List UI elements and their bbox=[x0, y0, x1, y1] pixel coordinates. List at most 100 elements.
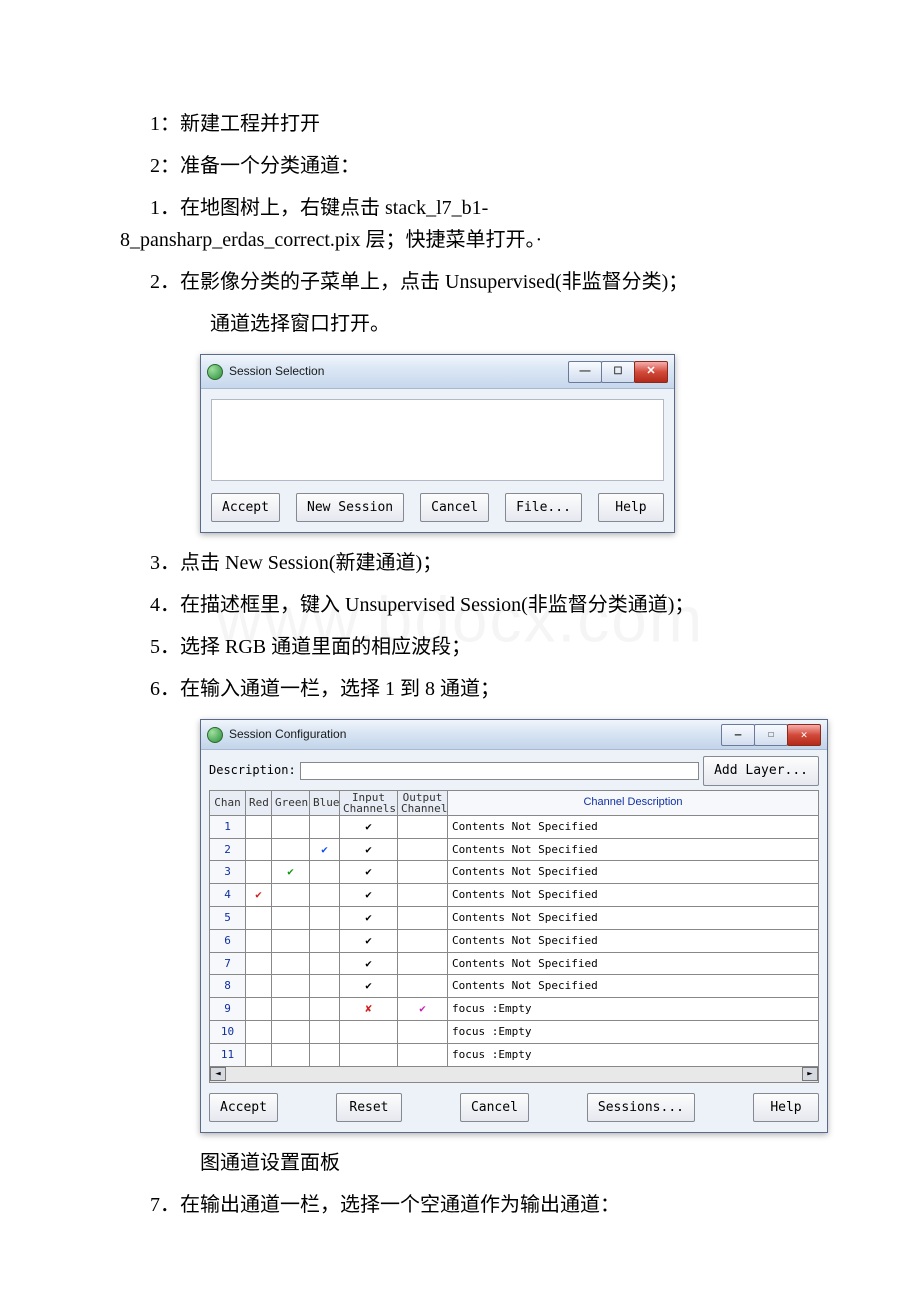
red-cell[interactable] bbox=[246, 906, 272, 929]
input-channel-cell[interactable]: ✔ bbox=[340, 838, 398, 861]
channel-number[interactable]: 10 bbox=[210, 1020, 246, 1043]
close-button[interactable] bbox=[634, 361, 668, 383]
table-row[interactable]: 10 focus :Empty bbox=[210, 1020, 819, 1043]
red-cell[interactable] bbox=[246, 929, 272, 952]
output-channel-cell[interactable] bbox=[398, 1020, 448, 1043]
green-cell[interactable] bbox=[272, 815, 310, 838]
channel-description-cell[interactable]: focus :Empty bbox=[448, 998, 819, 1021]
channel-description-cell[interactable]: Contents Not Specified bbox=[448, 952, 819, 975]
close-button[interactable] bbox=[787, 724, 821, 746]
channel-description-cell[interactable]: Contents Not Specified bbox=[448, 975, 819, 998]
channel-description-cell[interactable]: focus :Empty bbox=[448, 1043, 819, 1066]
table-row[interactable]: 4✔✔Contents Not Specified bbox=[210, 884, 819, 907]
scroll-left-icon[interactable]: ◄ bbox=[210, 1067, 226, 1081]
input-channel-cell[interactable]: ✔ bbox=[340, 861, 398, 884]
accept-button[interactable]: Accept bbox=[211, 493, 280, 522]
input-channel-cell[interactable]: ✘ bbox=[340, 998, 398, 1021]
blue-cell[interactable] bbox=[310, 975, 340, 998]
red-cell[interactable] bbox=[246, 1020, 272, 1043]
input-channel-cell[interactable]: ✔ bbox=[340, 884, 398, 907]
green-cell[interactable] bbox=[272, 906, 310, 929]
red-cell[interactable] bbox=[246, 975, 272, 998]
table-row[interactable]: 7 ✔ Contents Not Specified bbox=[210, 952, 819, 975]
blue-cell[interactable] bbox=[310, 1020, 340, 1043]
table-row[interactable]: 11 focus :Empty bbox=[210, 1043, 819, 1066]
output-channel-cell[interactable] bbox=[398, 861, 448, 884]
col-output-header[interactable]: OutputChannel bbox=[398, 790, 448, 815]
blue-cell[interactable] bbox=[310, 998, 340, 1021]
red-cell[interactable] bbox=[246, 952, 272, 975]
table-row[interactable]: 6✔Contents Not Specified bbox=[210, 929, 819, 952]
green-cell[interactable]: ✔ bbox=[272, 861, 310, 884]
red-cell[interactable] bbox=[246, 838, 272, 861]
blue-cell[interactable] bbox=[310, 861, 340, 884]
output-channel-cell[interactable]: ✔ bbox=[398, 998, 448, 1021]
channel-description-cell[interactable]: focus :Empty bbox=[448, 1020, 819, 1043]
channel-number[interactable]: 6 bbox=[210, 929, 246, 952]
accept-button[interactable]: Accept bbox=[209, 1093, 278, 1122]
table-row[interactable]: 2✔✔Contents Not Specified bbox=[210, 838, 819, 861]
channel-number[interactable]: 11 bbox=[210, 1043, 246, 1066]
input-channel-cell[interactable]: ✔ bbox=[340, 952, 398, 975]
input-channel-cell[interactable] bbox=[340, 1020, 398, 1043]
green-cell[interactable] bbox=[272, 838, 310, 861]
channel-description-cell[interactable]: Contents Not Specified bbox=[448, 884, 819, 907]
output-channel-cell[interactable] bbox=[398, 1043, 448, 1066]
blue-cell[interactable] bbox=[310, 1043, 340, 1066]
table-row[interactable]: 9 ✘✔focus :Empty bbox=[210, 998, 819, 1021]
session-list-area[interactable] bbox=[211, 399, 664, 481]
channel-number[interactable]: 7 bbox=[210, 952, 246, 975]
col-input-header[interactable]: InputChannels bbox=[340, 790, 398, 815]
sessions-button[interactable]: Sessions... bbox=[587, 1093, 695, 1122]
red-cell[interactable] bbox=[246, 998, 272, 1021]
channel-number[interactable]: 4 bbox=[210, 884, 246, 907]
blue-cell[interactable] bbox=[310, 906, 340, 929]
red-cell[interactable]: ✔ bbox=[246, 884, 272, 907]
output-channel-cell[interactable] bbox=[398, 952, 448, 975]
add-layer-button[interactable]: Add Layer... bbox=[703, 756, 819, 785]
file-button[interactable]: File... bbox=[505, 493, 582, 522]
input-channel-cell[interactable]: ✔ bbox=[340, 906, 398, 929]
blue-cell[interactable] bbox=[310, 884, 340, 907]
col-green-header[interactable]: Green bbox=[272, 790, 310, 815]
input-channel-cell[interactable]: ✔ bbox=[340, 975, 398, 998]
channel-number[interactable]: 2 bbox=[210, 838, 246, 861]
red-cell[interactable] bbox=[246, 815, 272, 838]
green-cell[interactable] bbox=[272, 1020, 310, 1043]
scroll-right-icon[interactable]: ► bbox=[802, 1067, 818, 1081]
minimize-button[interactable] bbox=[568, 361, 602, 383]
table-row[interactable]: 5✔Contents Not Specified bbox=[210, 906, 819, 929]
input-channel-cell[interactable] bbox=[340, 1043, 398, 1066]
table-row[interactable]: 3✔✔Contents Not Specified bbox=[210, 861, 819, 884]
col-chan-header[interactable]: Chan bbox=[210, 790, 246, 815]
channel-description-cell[interactable]: Contents Not Specified bbox=[448, 929, 819, 952]
cancel-button[interactable]: Cancel bbox=[460, 1093, 529, 1122]
green-cell[interactable] bbox=[272, 1043, 310, 1066]
channel-description-cell[interactable]: Contents Not Specified bbox=[448, 861, 819, 884]
input-channel-cell[interactable]: ✔ bbox=[340, 815, 398, 838]
table-row[interactable]: 1✔Contents Not Specified bbox=[210, 815, 819, 838]
table-row[interactable]: 8 ✔ Contents Not Specified bbox=[210, 975, 819, 998]
green-cell[interactable] bbox=[272, 975, 310, 998]
green-cell[interactable] bbox=[272, 998, 310, 1021]
help-button[interactable]: Help bbox=[598, 493, 664, 522]
minimize-button[interactable] bbox=[721, 724, 755, 746]
channel-number[interactable]: 8 bbox=[210, 975, 246, 998]
description-input[interactable] bbox=[300, 762, 699, 780]
green-cell[interactable] bbox=[272, 884, 310, 907]
channel-number[interactable]: 5 bbox=[210, 906, 246, 929]
col-desc-header[interactable]: Channel Description bbox=[448, 790, 819, 815]
horizontal-scrollbar[interactable]: ◄ ► bbox=[209, 1067, 819, 1083]
blue-cell[interactable] bbox=[310, 815, 340, 838]
help-button[interactable]: Help bbox=[753, 1093, 819, 1122]
output-channel-cell[interactable] bbox=[398, 975, 448, 998]
red-cell[interactable] bbox=[246, 861, 272, 884]
maximize-button[interactable] bbox=[601, 361, 635, 383]
col-blue-header[interactable]: Blue bbox=[310, 790, 340, 815]
channel-description-cell[interactable]: Contents Not Specified bbox=[448, 815, 819, 838]
output-channel-cell[interactable] bbox=[398, 929, 448, 952]
channel-number[interactable]: 9 bbox=[210, 998, 246, 1021]
green-cell[interactable] bbox=[272, 952, 310, 975]
output-channel-cell[interactable] bbox=[398, 838, 448, 861]
output-channel-cell[interactable] bbox=[398, 815, 448, 838]
